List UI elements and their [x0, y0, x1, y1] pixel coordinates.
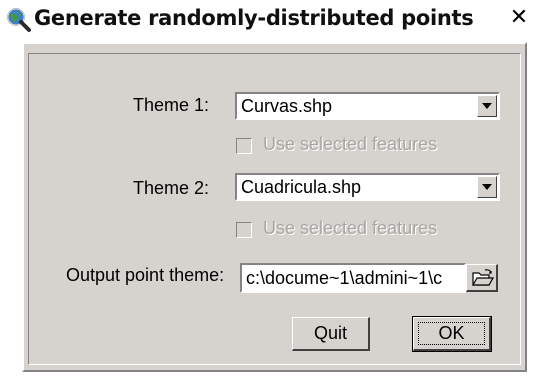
output-theme-label: Output point theme:: [66, 265, 225, 285]
browse-button[interactable]: [466, 264, 498, 292]
theme2-dropdown[interactable]: Cuadricula.shp: [235, 173, 500, 201]
theme1-dropdown[interactable]: Curvas.shp: [235, 92, 500, 120]
open-folder-icon: [472, 269, 494, 286]
ok-button[interactable]: OK: [412, 316, 492, 352]
globe-magnifier-icon: [6, 7, 32, 33]
theme1-label: Theme 1:: [133, 95, 210, 115]
theme2-use-selected-label: Use selected features: [263, 218, 438, 238]
theme1-use-selected-checkbox[interactable]: [236, 138, 252, 154]
theme2-label: Theme 2:: [133, 178, 210, 198]
theme2-value: Cuadricula.shp: [241, 177, 362, 197]
quit-button[interactable]: Quit: [292, 317, 370, 351]
theme2-use-selected-checkbox[interactable]: [236, 222, 252, 238]
theme1-use-selected-label: Use selected features: [263, 134, 438, 154]
window-title: Generate randomly-distributed points: [34, 6, 474, 30]
output-path-value: c:\docume~1\admini~1\c: [246, 268, 443, 288]
focus-rectangle: [418, 322, 485, 345]
chevron-down-icon[interactable]: [477, 95, 497, 117]
theme1-value: Curvas.shp: [241, 96, 333, 116]
close-icon[interactable]: ✕: [508, 7, 530, 30]
output-path-input[interactable]: c:\docume~1\admini~1\c: [240, 263, 466, 293]
dialog-window: Generate randomly-distributed points ✕ T…: [0, 0, 536, 387]
chevron-down-icon[interactable]: [477, 176, 497, 198]
title-bar[interactable]: Generate randomly-distributed points ✕: [0, 0, 536, 38]
quit-label: Quit: [313, 323, 347, 343]
